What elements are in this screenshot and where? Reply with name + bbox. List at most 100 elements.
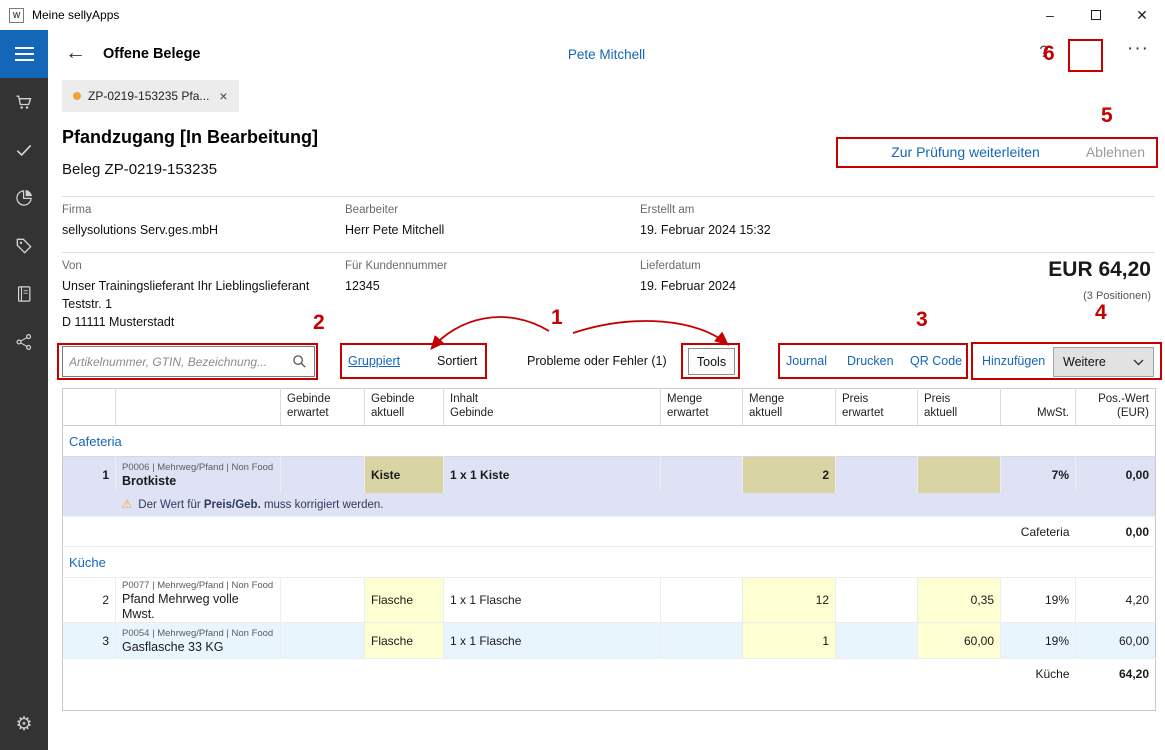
col-header-menge-aktuell[interactable]: Mengeaktuell xyxy=(743,389,836,426)
field-kundennummer: Für Kundennummer 12345 xyxy=(345,260,447,295)
annotation-number-4: 4 xyxy=(1095,301,1107,325)
gebinde-aktuell-cell[interactable]: Kiste xyxy=(365,457,444,493)
chevron-down-icon xyxy=(1133,359,1144,366)
field-label: Von xyxy=(62,260,309,272)
menge-aktuell-cell[interactable]: 2 xyxy=(743,457,836,493)
current-user-link[interactable]: Pete Mitchell xyxy=(48,47,1165,62)
qr-code-link[interactable]: QR Code xyxy=(910,354,962,368)
tab-bar: ZP-0219-153235 Pfa... × xyxy=(48,80,1165,112)
pos-wert-cell: 4,20 xyxy=(1076,578,1156,623)
sidebar-item-orders[interactable] xyxy=(0,78,48,126)
field-label: Für Kundennummer xyxy=(345,260,447,272)
table-spacer xyxy=(63,689,1156,711)
positions-count: (3 Positionen) xyxy=(1083,290,1151,302)
menge-erwartet-cell xyxy=(661,578,743,623)
more-menu-button[interactable]: ··· xyxy=(1127,38,1149,60)
warning-text-bold: Preis/Geb. xyxy=(204,499,261,511)
table-row[interactable]: 2 P0077 | Mehrweg/Pfand | Non Food Pfand… xyxy=(63,578,1156,623)
group-header-kueche: Küche xyxy=(63,547,1156,578)
article-cell: P0006 | Mehrweg/Pfand | Non Food Brotkis… xyxy=(116,457,281,493)
menu-button[interactable] xyxy=(0,30,48,78)
col-header-pos-wert[interactable]: Pos.-Wert(EUR) xyxy=(1076,389,1156,426)
problems-filter[interactable]: Probleme oder Fehler (1) xyxy=(527,354,667,368)
preis-aktuell-cell[interactable]: 60,00 xyxy=(918,623,1001,659)
subtotal-value: 64,20 xyxy=(1076,659,1156,689)
preis-erwartet-cell xyxy=(836,457,918,493)
field-label: Erstellt am xyxy=(640,204,771,216)
divider xyxy=(62,196,1155,197)
tools-button[interactable]: Tools xyxy=(688,348,735,375)
pie-chart-icon xyxy=(14,188,34,208)
annotation-number-1: 1 xyxy=(551,306,563,330)
sidebar-item-statistics[interactable] xyxy=(0,174,48,222)
search-input[interactable] xyxy=(63,355,292,369)
window-controls: – ✕ xyxy=(1027,0,1165,30)
weitere-label: Weitere xyxy=(1063,355,1106,369)
article-cell: P0077 | Mehrweg/Pfand | Non Food Pfand M… xyxy=(116,578,281,623)
maximize-button[interactable] xyxy=(1073,0,1119,30)
sidebar-item-prices[interactable] xyxy=(0,222,48,270)
col-header-menge-erwartet[interactable]: Mengeerwartet xyxy=(661,389,743,426)
col-header-gebinde-erwartet[interactable]: Gebindeerwartet xyxy=(281,389,365,426)
sidebar-item-tasks[interactable] xyxy=(0,126,48,174)
tab-label: ZP-0219-153235 Pfa... xyxy=(88,89,209,103)
weitere-dropdown[interactable]: Weitere xyxy=(1053,347,1154,377)
preis-aktuell-cell[interactable]: 0,35 xyxy=(918,578,1001,623)
preis-erwartet-cell xyxy=(836,623,918,659)
reject-button[interactable]: Ablehnen xyxy=(1086,144,1145,160)
hinzufuegen-link[interactable]: Hinzufügen xyxy=(982,354,1045,368)
pos-wert-cell: 0,00 xyxy=(1076,457,1156,493)
tab-document[interactable]: ZP-0219-153235 Pfa... × xyxy=(62,80,239,112)
window-titlebar: W Meine sellyApps – ✕ xyxy=(0,0,1165,30)
document-number: Beleg ZP-0219-153235 xyxy=(62,161,217,178)
field-erstellt-am: Erstellt am 19. Februar 2024 15:32 xyxy=(640,204,771,239)
col-header-gebinde-aktuell[interactable]: Gebindeaktuell xyxy=(365,389,444,426)
gruppiert-toggle[interactable]: Gruppiert xyxy=(348,354,400,368)
inhalt-cell: 1 x 1 Kiste xyxy=(444,457,661,493)
menge-aktuell-cell[interactable]: 12 xyxy=(743,578,836,623)
page-title: Pfandzugang [In Bearbeitung] xyxy=(62,127,318,148)
preis-aktuell-cell[interactable] xyxy=(918,457,1001,493)
field-value: 19. Februar 2024 xyxy=(640,277,736,295)
drucken-link[interactable]: Drucken xyxy=(847,354,894,368)
help-button[interactable]: ? xyxy=(1029,42,1059,62)
col-header-mwst[interactable]: MwSt. xyxy=(1001,389,1076,426)
sidebar-item-journal[interactable] xyxy=(0,270,48,318)
field-label: Lieferdatum xyxy=(640,260,736,272)
forward-for-review-button[interactable]: Zur Prüfung weiterleiten xyxy=(891,144,1040,160)
positions-toolbar: Gruppiert Sortiert Probleme oder Fehler … xyxy=(0,346,1165,380)
sortiert-toggle[interactable]: Sortiert xyxy=(437,354,477,368)
pos-wert-cell: 60,00 xyxy=(1076,623,1156,659)
warning-text-end: muss korrigiert werden. xyxy=(261,499,384,511)
menge-erwartet-cell xyxy=(661,457,743,493)
menge-aktuell-cell[interactable]: 1 xyxy=(743,623,836,659)
field-label: Bearbeiter xyxy=(345,204,444,216)
journal-link[interactable]: Journal xyxy=(786,354,827,368)
inhalt-cell: 1 x 1 Flasche xyxy=(444,623,661,659)
group-subtotal-row: Cafeteria 0,00 xyxy=(63,517,1156,547)
maximize-icon xyxy=(1091,10,1101,20)
tab-close-icon[interactable]: × xyxy=(219,88,227,104)
field-value: Herr Pete Mitchell xyxy=(345,221,444,239)
article-name: Brotkiste xyxy=(122,474,274,489)
table-row[interactable]: 3 P0054 | Mehrweg/Pfand | Non Food Gasfl… xyxy=(63,623,1156,659)
gebinde-aktuell-cell[interactable]: Flasche xyxy=(365,578,444,623)
hamburger-icon xyxy=(15,47,34,49)
field-von: Von Unser Trainingslieferant Ihr Lieblin… xyxy=(62,260,309,331)
gebinde-aktuell-cell[interactable]: Flasche xyxy=(365,623,444,659)
col-header-preis-erwartet[interactable]: Preiserwartet xyxy=(836,389,918,426)
table-row[interactable]: 1 P0006 | Mehrweg/Pfand | Non Food Brotk… xyxy=(63,457,1156,493)
supplier-line-2: Teststr. 1 xyxy=(62,295,309,313)
search-box[interactable] xyxy=(62,346,315,377)
article-code: P0006 | Mehrweg/Pfand | Non Food xyxy=(122,462,274,474)
sidebar-item-settings[interactable]: ⚙ xyxy=(0,700,48,748)
minimize-button[interactable]: – xyxy=(1027,0,1073,30)
article-cell: P0054 | Mehrweg/Pfand | Non Food Gasflas… xyxy=(116,623,281,659)
field-firma: Firma sellysolutions Serv.ges.mbH xyxy=(62,204,218,239)
col-header-preis-aktuell[interactable]: Preisaktuell xyxy=(918,389,1001,426)
search-icon xyxy=(292,354,307,369)
sidebar-item-share[interactable] xyxy=(0,318,48,366)
col-header-inhalt-gebinde[interactable]: InhaltGebinde xyxy=(444,389,661,426)
close-button[interactable]: ✕ xyxy=(1119,0,1165,30)
mwst-cell: 7% xyxy=(1001,457,1076,493)
